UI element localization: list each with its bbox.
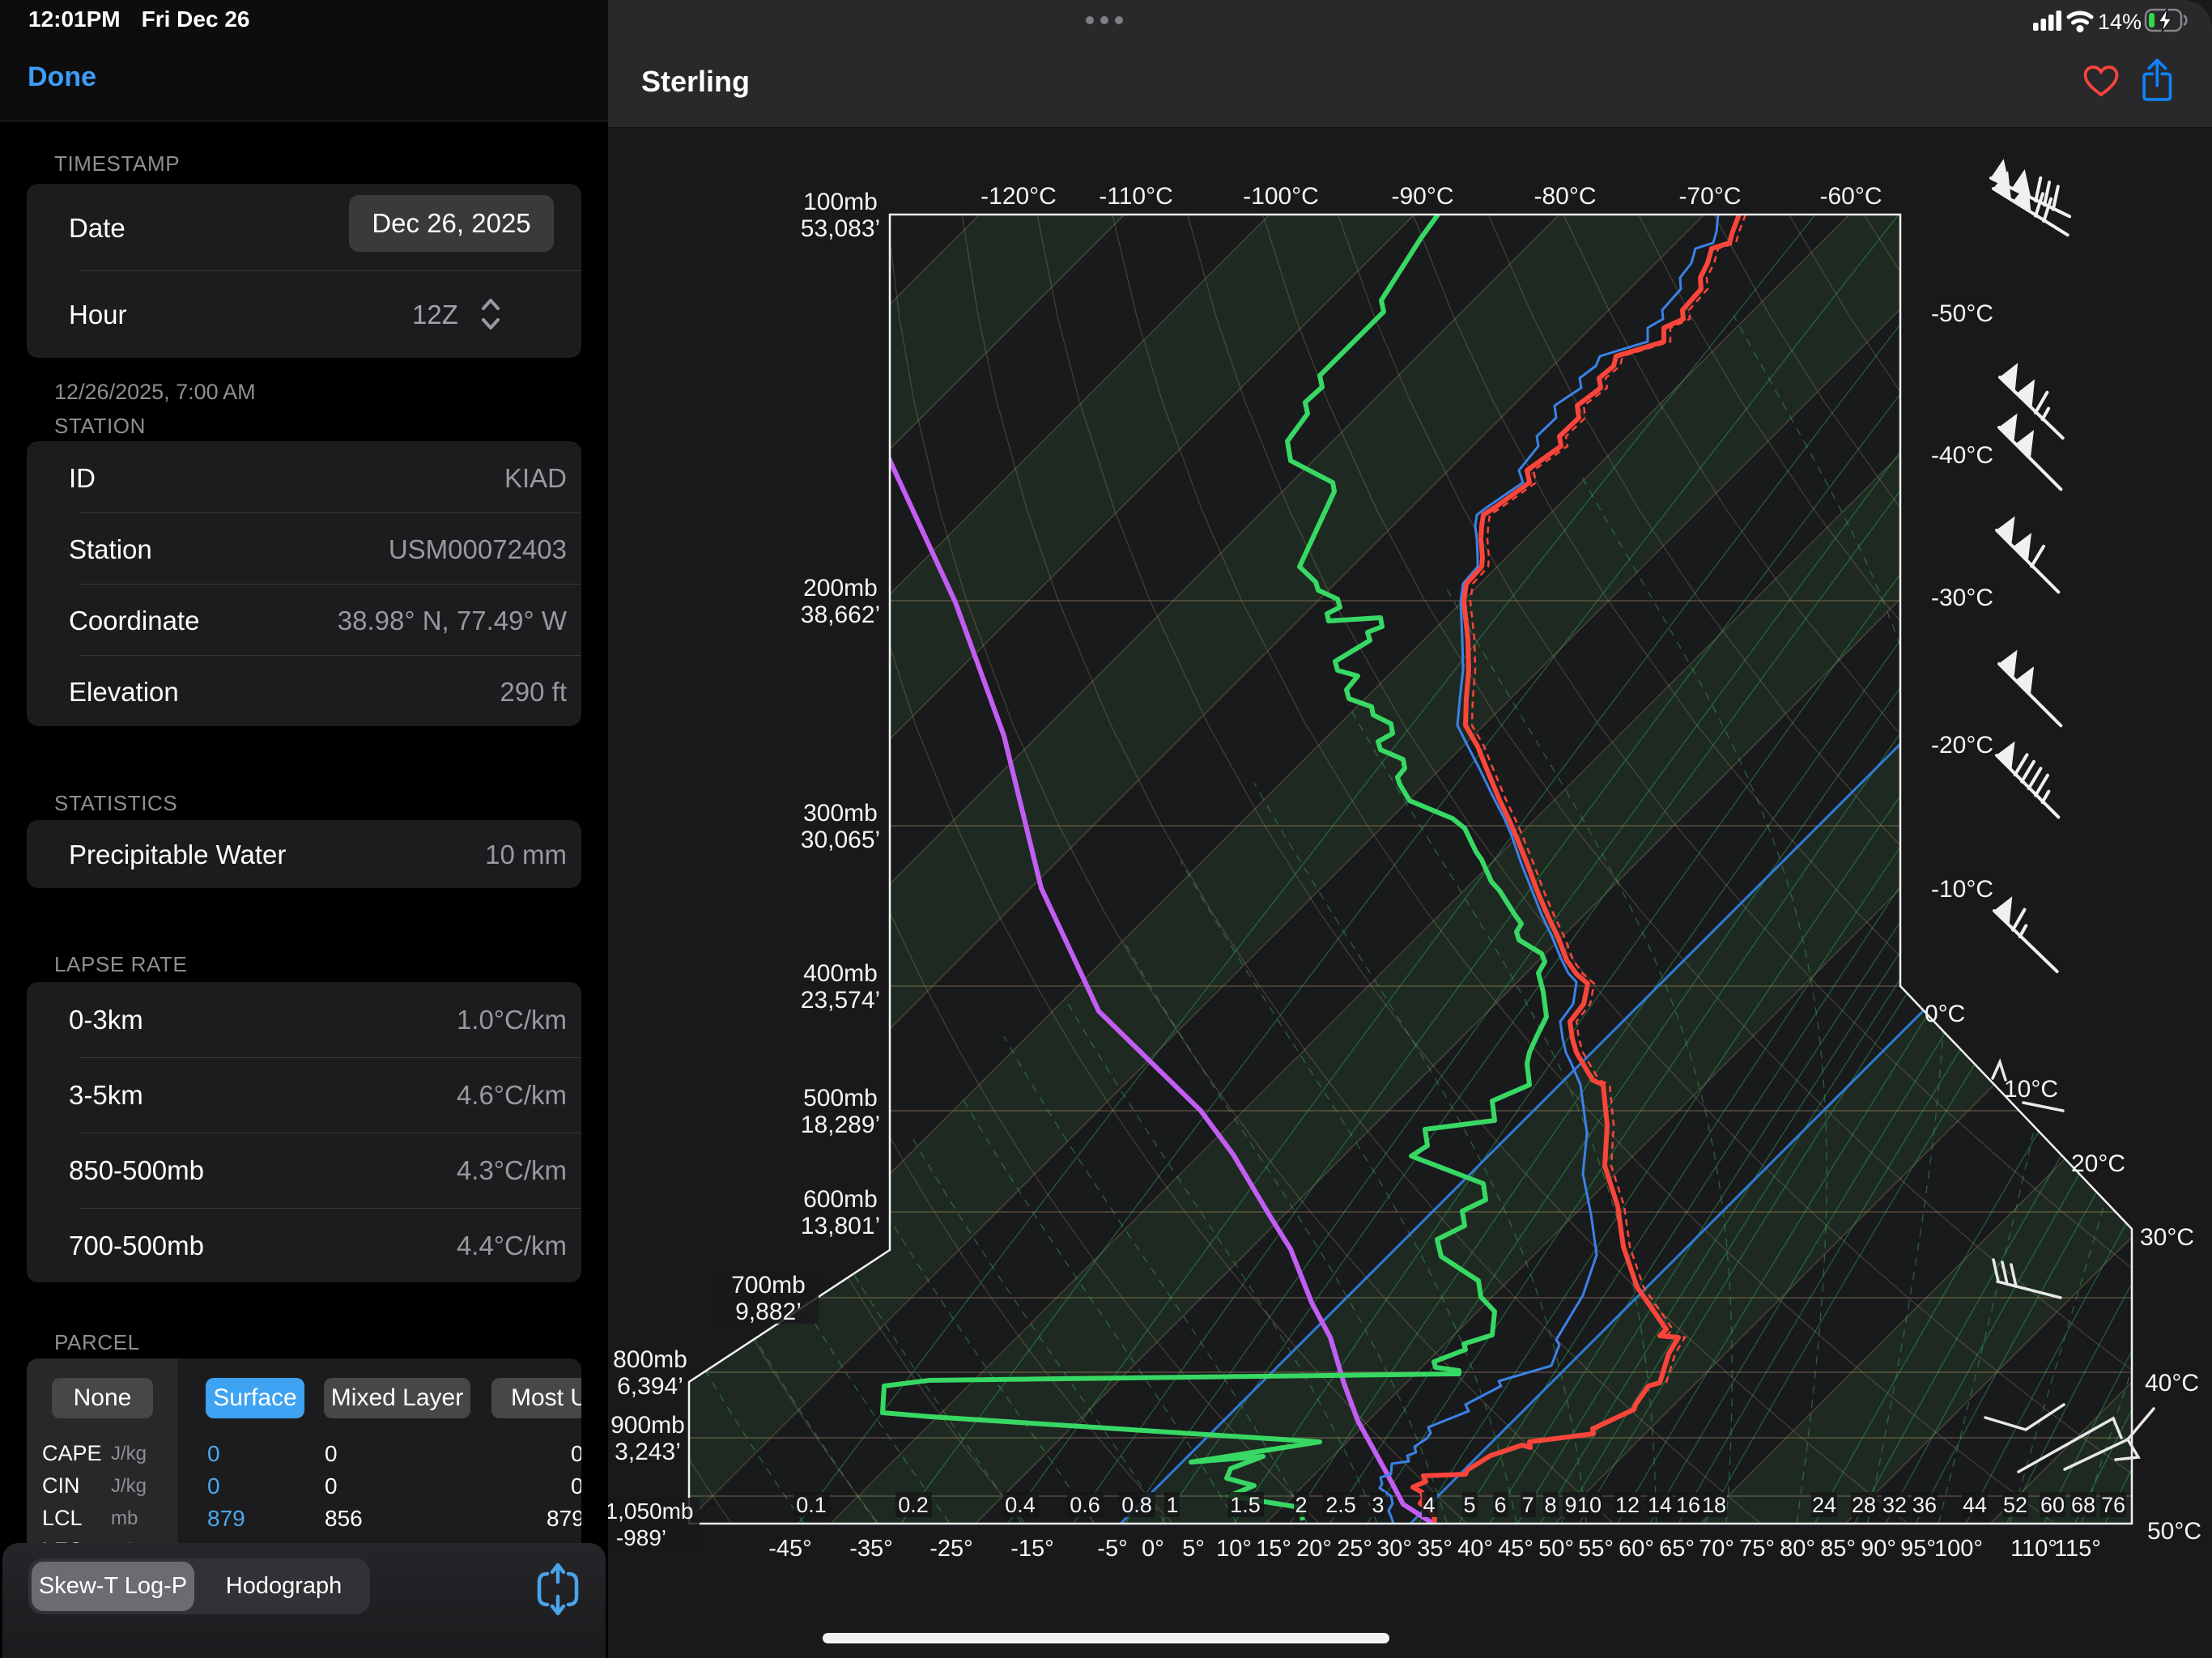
- svg-text:9,882’: 9,882’: [735, 1299, 802, 1325]
- svg-text:100mb: 100mb: [803, 189, 878, 215]
- svg-text:25°: 25°: [1337, 1536, 1372, 1562]
- svg-text:28: 28: [1852, 1493, 1876, 1517]
- svg-text:-110°C: -110°C: [1099, 183, 1172, 210]
- svg-text:40°C: 40°C: [2145, 1370, 2199, 1397]
- svg-text:-989’: -989’: [616, 1525, 666, 1550]
- svg-text:23,574’: 23,574’: [801, 987, 880, 1014]
- svg-text:5: 5: [1463, 1493, 1475, 1517]
- svg-text:-120°C: -120°C: [981, 183, 1057, 210]
- svg-text:80°: 80°: [1780, 1536, 1815, 1562]
- svg-text:-35°: -35°: [849, 1536, 893, 1562]
- svg-text:53,083’: 53,083’: [801, 215, 880, 242]
- svg-text:-25°: -25°: [929, 1536, 973, 1562]
- svg-text:95°: 95°: [1900, 1536, 1936, 1562]
- svg-text:-5°: -5°: [1097, 1536, 1127, 1562]
- svg-text:110°: 110°: [2010, 1536, 2057, 1562]
- svg-text:500mb: 500mb: [803, 1085, 878, 1112]
- svg-text:800mb: 800mb: [613, 1346, 687, 1373]
- svg-text:3: 3: [1372, 1493, 1384, 1517]
- svg-text:700mb: 700mb: [731, 1272, 806, 1299]
- svg-text:10°: 10°: [1216, 1536, 1252, 1562]
- svg-text:400mb: 400mb: [803, 960, 878, 987]
- svg-text:38,662’: 38,662’: [801, 602, 880, 628]
- svg-text:-45°: -45°: [768, 1536, 812, 1562]
- svg-text:20°: 20°: [1296, 1536, 1332, 1562]
- svg-text:20°C: 20°C: [2071, 1150, 2125, 1177]
- svg-text:30,065’: 30,065’: [801, 827, 880, 853]
- svg-text:50°: 50°: [1538, 1536, 1574, 1562]
- svg-text:16: 16: [1676, 1493, 1700, 1517]
- svg-text:55°: 55°: [1578, 1536, 1614, 1562]
- svg-text:68: 68: [2071, 1493, 2095, 1517]
- svg-text:-20°C: -20°C: [1931, 732, 1993, 759]
- svg-text:2: 2: [1295, 1493, 1307, 1517]
- svg-text:30°C: 30°C: [2140, 1224, 2194, 1251]
- svg-text:1: 1: [1166, 1493, 1178, 1517]
- svg-text:0°C: 0°C: [1925, 1001, 1965, 1027]
- svg-text:50°C: 50°C: [2147, 1518, 2201, 1545]
- svg-text:90°: 90°: [1861, 1536, 1896, 1562]
- svg-text:-80°C: -80°C: [1534, 183, 1596, 210]
- svg-text:-30°C: -30°C: [1931, 585, 1993, 611]
- svg-text:36: 36: [1912, 1493, 1937, 1517]
- svg-text:32: 32: [1882, 1493, 1907, 1517]
- svg-text:600mb: 600mb: [803, 1186, 878, 1213]
- svg-text:14: 14: [1648, 1493, 1672, 1517]
- svg-text:52: 52: [2003, 1493, 2027, 1517]
- svg-text:2.5: 2.5: [1325, 1493, 1356, 1517]
- svg-text:115°: 115°: [2054, 1536, 2101, 1562]
- svg-text:-10°C: -10°C: [1931, 876, 1993, 903]
- svg-text:60: 60: [2040, 1493, 2065, 1517]
- svg-text:0°: 0°: [1142, 1536, 1164, 1562]
- svg-text:200mb: 200mb: [803, 575, 878, 602]
- svg-text:900mb: 900mb: [610, 1412, 685, 1439]
- svg-text:100°: 100°: [1934, 1536, 1983, 1562]
- svg-text:7: 7: [1521, 1493, 1534, 1517]
- svg-text:14%: 14%: [2098, 10, 2142, 34]
- svg-text:-50°C: -50°C: [1931, 300, 1993, 327]
- svg-text:18,289’: 18,289’: [801, 1112, 880, 1138]
- svg-text:13,801’: 13,801’: [801, 1213, 880, 1239]
- svg-text:3,243’: 3,243’: [615, 1439, 681, 1465]
- svg-text:0.1: 0.1: [796, 1493, 827, 1517]
- svg-text:24: 24: [1812, 1493, 1836, 1517]
- svg-text:44: 44: [1963, 1493, 1987, 1517]
- svg-text:40°: 40°: [1457, 1536, 1493, 1562]
- svg-text:75°: 75°: [1739, 1536, 1775, 1562]
- svg-text:1.5: 1.5: [1230, 1493, 1261, 1517]
- svg-text:10: 10: [1577, 1493, 1602, 1517]
- svg-text:0.2: 0.2: [898, 1493, 929, 1517]
- svg-text:6,394’: 6,394’: [617, 1373, 683, 1400]
- svg-text:-70°C: -70°C: [1678, 183, 1741, 210]
- svg-text:300mb: 300mb: [803, 800, 878, 827]
- svg-text:-100°C: -100°C: [1243, 183, 1319, 210]
- svg-text:12: 12: [1615, 1493, 1640, 1517]
- svg-text:18: 18: [1702, 1493, 1726, 1517]
- svg-text:9: 9: [1564, 1493, 1576, 1517]
- svg-text:-90°C: -90°C: [1391, 183, 1453, 210]
- svg-text:-60°C: -60°C: [1819, 183, 1882, 210]
- svg-text:0.6: 0.6: [1070, 1493, 1100, 1517]
- svg-text:5°: 5°: [1182, 1536, 1205, 1562]
- svg-text:30°: 30°: [1376, 1536, 1412, 1562]
- svg-text:0.4: 0.4: [1005, 1493, 1036, 1517]
- svg-text:15°: 15°: [1256, 1536, 1291, 1562]
- svg-text:6: 6: [1494, 1493, 1506, 1517]
- svg-text:4: 4: [1423, 1493, 1435, 1517]
- svg-text:65°: 65°: [1659, 1536, 1695, 1562]
- svg-text:85°: 85°: [1820, 1536, 1856, 1562]
- svg-text:10°C: 10°C: [2004, 1076, 2058, 1103]
- svg-text:8: 8: [1544, 1493, 1556, 1517]
- svg-text:-15°: -15°: [1010, 1536, 1054, 1562]
- svg-text:45°: 45°: [1498, 1536, 1534, 1562]
- svg-text:70°: 70°: [1699, 1536, 1734, 1562]
- svg-text:1,050mb: 1,050mb: [608, 1499, 693, 1524]
- svg-text:-40°C: -40°C: [1931, 442, 1993, 469]
- svg-text:76: 76: [2101, 1493, 2125, 1517]
- svg-text:60°: 60°: [1619, 1536, 1654, 1562]
- svg-text:0.8: 0.8: [1121, 1493, 1152, 1517]
- svg-text:35°: 35°: [1417, 1536, 1453, 1562]
